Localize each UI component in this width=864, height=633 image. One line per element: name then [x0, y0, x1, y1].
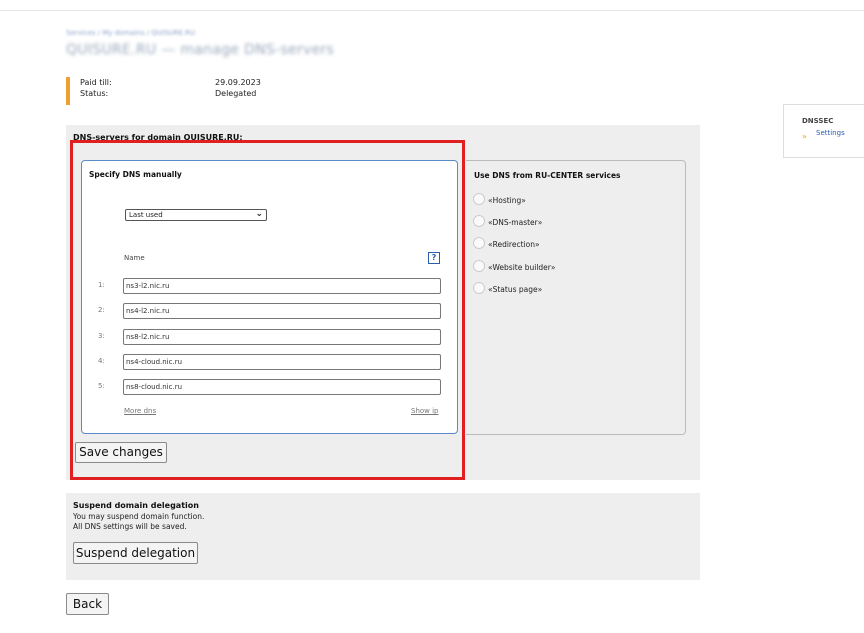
service-label: «Status page» [488, 285, 543, 294]
name-column-label: Name [124, 254, 145, 262]
back-button[interactable]: Back [66, 593, 109, 615]
services-title: Use DNS from RU-CENTER services [474, 171, 621, 180]
paid-till-value: 29.09.2023 [215, 78, 261, 87]
suspend-delegation-button[interactable]: Suspend delegation [73, 542, 198, 564]
dnssec-settings-link[interactable]: Settings [816, 129, 845, 137]
top-divider [0, 10, 864, 11]
service-label: «Redirection» [488, 240, 540, 249]
help-icon[interactable]: ? [428, 252, 440, 264]
radio-button[interactable] [473, 237, 485, 249]
more-dns-link[interactable]: More dns [124, 407, 156, 415]
dns-server-input-3[interactable]: ns8-l2.nic.ru [123, 329, 441, 345]
dns-server-input-1[interactable]: ns3-l2.nic.ru [123, 278, 441, 294]
suspend-title: Suspend domain delegation [73, 501, 199, 510]
show-ip-link[interactable]: Show ip [411, 407, 439, 415]
double-chevron-right-icon: » [802, 132, 807, 141]
dns-servers-panel: DNS-servers for domain QUISURE.RU: Speci… [66, 125, 700, 480]
manual-dns-box: Specify DNS manually Last used ⌄ Name ? … [81, 160, 458, 434]
service-label: «Hosting» [488, 196, 526, 205]
dns-preset-select[interactable]: Last used ⌄ [125, 209, 267, 221]
dns-row-number: 2: [98, 306, 105, 314]
dns-row-4: 4: ns4-cloud.nic.ru [98, 354, 443, 370]
suspend-line-2: All DNS settings will be saved. [73, 521, 187, 531]
save-changes-button[interactable]: Save changes [75, 442, 167, 463]
status-value: Delegated [215, 89, 257, 98]
dns-row-1: 1: ns3-l2.nic.ru [98, 278, 443, 294]
radio-button[interactable] [473, 215, 485, 227]
suspend-delegation-panel: Suspend domain delegation You may suspen… [66, 493, 700, 580]
breadcrumb[interactable]: Services / My domains / QUISURE.RU [66, 29, 195, 37]
page-title: QUISURE.RU — manage DNS-servers [66, 42, 335, 58]
service-label: «DNS-master» [488, 218, 543, 227]
dns-row-3: 3: ns8-l2.nic.ru [98, 329, 443, 345]
paid-till-label: Paid till: [80, 78, 112, 87]
dns-row-5: 5: ns8-cloud.nic.ru [98, 379, 443, 395]
dnssec-panel: DNSSEC » Settings [783, 104, 864, 158]
dns-row-number: 4: [98, 357, 105, 365]
dns-server-input-2[interactable]: ns4-l2.nic.ru [123, 303, 441, 319]
service-label: «Website builder» [488, 263, 556, 272]
radio-button[interactable] [473, 193, 485, 205]
domain-info: Paid till: 29.09.2023 Status: Delegated [66, 77, 261, 105]
dns-panel-title: DNS-servers for domain QUISURE.RU: [73, 133, 243, 142]
status-label: Status: [80, 89, 109, 98]
dns-row-number: 5: [98, 382, 105, 390]
dnssec-title: DNSSEC [802, 117, 834, 125]
radio-button[interactable] [473, 282, 485, 294]
dns-row-number: 1: [98, 281, 105, 289]
paid-till-row: Paid till: 29.09.2023 [80, 77, 261, 88]
dns-server-input-5[interactable]: ns8-cloud.nic.ru [123, 379, 441, 395]
suspend-description: You may suspend domain function. All DNS… [73, 512, 204, 531]
status-row: Status: Delegated [80, 88, 261, 99]
ru-center-services-box: Use DNS from RU-CENTER services «Hosting… [466, 160, 686, 435]
dns-row-number: 3: [98, 332, 105, 340]
chevron-down-icon: ⌄ [255, 209, 263, 219]
dns-row-2: 2: ns4-l2.nic.ru [98, 303, 443, 319]
dns-server-input-4[interactable]: ns4-cloud.nic.ru [123, 354, 441, 370]
dns-preset-value: Last used [129, 211, 163, 219]
radio-button[interactable] [473, 260, 485, 272]
suspend-line-1: You may suspend domain function. [73, 512, 205, 521]
manual-dns-title: Specify DNS manually [89, 170, 182, 179]
